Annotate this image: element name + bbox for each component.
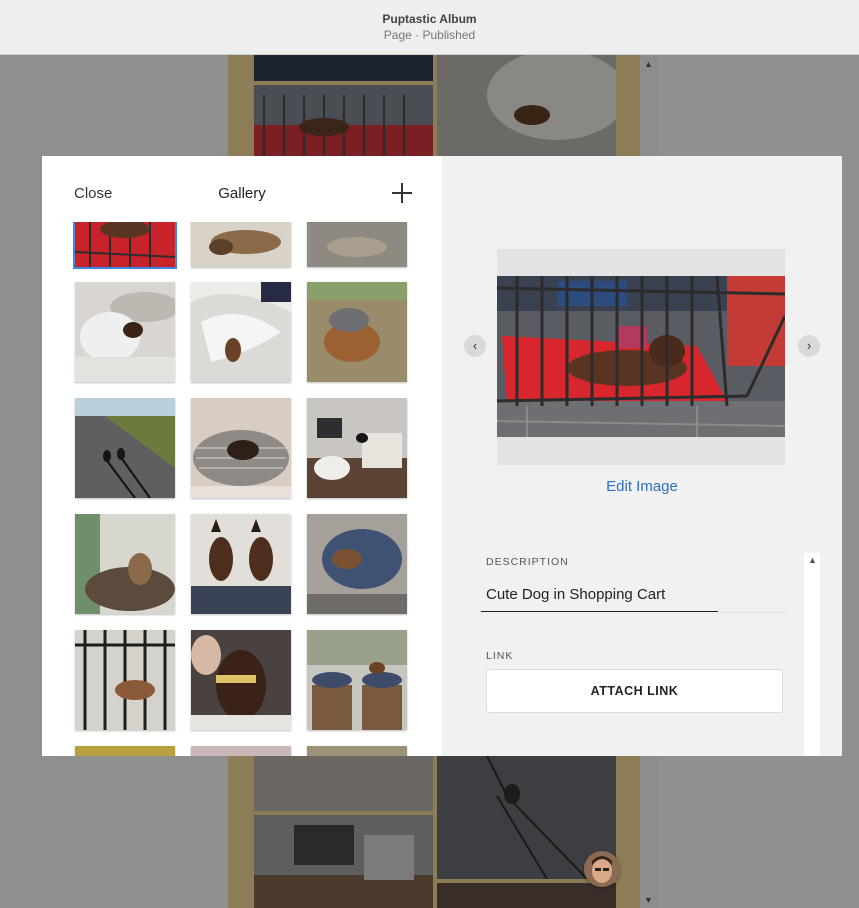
chevron-right-icon[interactable]: › [798, 335, 820, 357]
thumbnail-photo[interactable] [75, 282, 175, 382]
plus-icon[interactable] [391, 182, 413, 204]
scroll-down-icon[interactable]: ▼ [644, 895, 653, 905]
background-photo [437, 883, 616, 908]
divider [718, 612, 788, 613]
background-photo [254, 55, 433, 81]
thumbnail-photo[interactable] [191, 630, 291, 730]
thumbnail-photo[interactable] [191, 222, 291, 267]
page-title: Puptastic Album [382, 12, 477, 26]
background-photo [254, 815, 433, 908]
gallery-modal: Close Gallery ‹ › Edit Image DESCRIPTION… [42, 156, 842, 756]
scroll-up-icon[interactable]: ▲ [808, 555, 817, 565]
thumbnail-photo[interactable] [307, 282, 407, 382]
thumbnail-photo[interactable] [307, 222, 407, 267]
thumbnail-dog-in-cart[interactable] [73, 222, 177, 269]
thumbnail-photo[interactable] [75, 514, 175, 614]
thumbnail-photo[interactable] [191, 282, 291, 382]
background-photo [437, 50, 627, 156]
image-preview [497, 249, 785, 465]
thumbnail-photo[interactable] [75, 630, 175, 730]
thumbnail-photo[interactable] [191, 398, 291, 498]
image-detail-panel: ‹ › Edit Image DESCRIPTION LINK ATTACH L… [442, 156, 842, 756]
thumbnail-photo[interactable] [307, 630, 407, 730]
link-label: LINK [486, 650, 514, 662]
scroll-up-icon[interactable]: ▲ [644, 59, 653, 69]
thumbnail-photo[interactable] [307, 514, 407, 614]
fields-scrollbar[interactable]: ▲ [804, 553, 820, 756]
thumbnail-photo[interactable] [191, 514, 291, 614]
preview-photo [497, 276, 785, 437]
description-label: DESCRIPTION [486, 556, 569, 568]
thumbnail-photo[interactable] [75, 746, 175, 756]
gallery-header: Close Gallery [42, 156, 442, 222]
attach-link-button[interactable]: ATTACH LINK [486, 669, 783, 713]
description-field[interactable] [481, 578, 718, 612]
thumbnail-photo[interactable] [75, 398, 175, 498]
thumbnail-photo[interactable] [307, 398, 407, 498]
thumbnail-photo[interactable] [191, 746, 291, 756]
background-photo [254, 85, 433, 156]
thumbnail-grid [42, 222, 442, 756]
avatar[interactable] [584, 851, 620, 887]
page-status: Page · Published [383, 28, 476, 42]
thumbnail-photo[interactable] [307, 746, 407, 756]
edit-image-link[interactable]: Edit Image [442, 478, 842, 495]
gallery-panel: Close Gallery [42, 156, 442, 756]
background-photo [254, 756, 433, 811]
page-header: Puptastic Album Page · Published [0, 0, 859, 55]
image-fields: DESCRIPTION LINK ATTACH LINK [478, 553, 820, 756]
gallery-title: Gallery [218, 185, 266, 202]
chevron-left-icon[interactable]: ‹ [464, 335, 486, 357]
